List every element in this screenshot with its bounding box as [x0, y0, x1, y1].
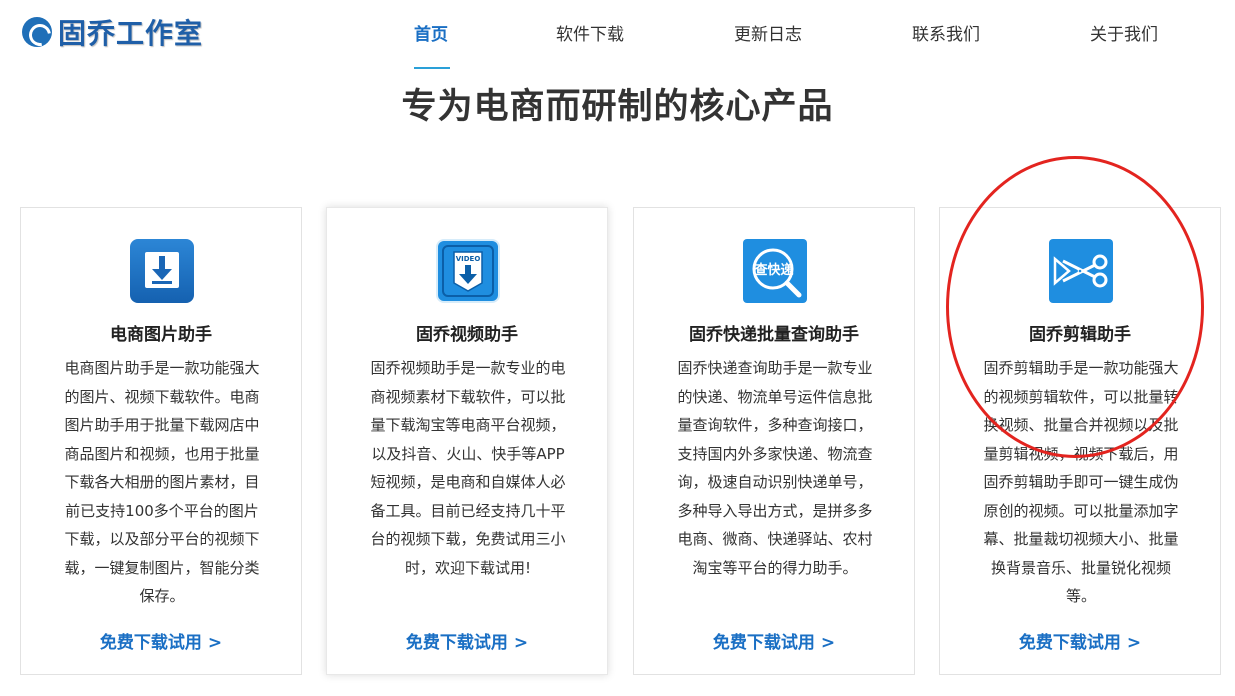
- free-download-link[interactable]: 免费下载试用 >: [327, 628, 607, 653]
- nav-item-software-download[interactable]: 软件下载: [556, 20, 624, 45]
- site-header: 固乔工作室 首页 软件下载 更新日志 联系我们 关于我们: [0, 0, 1235, 64]
- free-download-link[interactable]: 免费下载试用 >: [21, 628, 301, 653]
- download-icon[interactable]: [130, 239, 194, 303]
- main-nav: 首页 软件下载 更新日志 联系我们 关于我们: [0, 20, 1235, 45]
- product-description: 固乔剪辑助手是一款功能强大的视频剪辑软件，可以批量转换视频、批量合并视频以及批量…: [983, 359, 1179, 605]
- express-icon-label: 查快递: [753, 262, 793, 278]
- video-download-icon[interactable]: VIDEO: [436, 239, 500, 303]
- product-card-image-helper: 电商图片助手 电商图片助手是一款功能强大的图片、视频下载软件。电商图片助手用于批…: [20, 207, 302, 675]
- video-edit-scissors-icon[interactable]: [1049, 239, 1113, 303]
- product-card-video-edit: 固乔剪辑助手 固乔剪辑助手是一款功能强大的视频剪辑软件，可以批量转换视频、批量合…: [939, 207, 1221, 675]
- nav-item-home[interactable]: 首页: [414, 20, 448, 45]
- nav-active-indicator: [414, 67, 450, 69]
- section-title: 专为电商而研制的核心产品: [401, 87, 834, 127]
- product-description: 固乔视频助手是一款专业的电商视频素材下载软件，可以批量下载淘宝等电商平台视频，以…: [370, 359, 566, 577]
- free-download-link[interactable]: 免费下载试用 >: [634, 628, 914, 653]
- product-title: 固乔视频助手: [416, 325, 518, 345]
- product-description: 电商图片助手是一款功能强大的图片、视频下载软件。电商图片助手用于批量下载网店中商…: [64, 359, 260, 605]
- express-search-icon[interactable]: 查快递: [743, 239, 807, 303]
- product-description: 固乔快递查询助手是一款专业的快递、物流单号运件信息批量查询软件，多种查询接口，支…: [677, 359, 873, 577]
- product-title: 固乔快递批量查询助手: [689, 325, 859, 345]
- product-title: 电商图片助手: [110, 325, 212, 345]
- product-title: 固乔剪辑助手: [1029, 325, 1131, 345]
- nav-item-about[interactable]: 关于我们: [1090, 20, 1158, 45]
- nav-item-changelog[interactable]: 更新日志: [734, 20, 802, 45]
- product-card-express-query: 查快递 固乔快递批量查询助手 固乔快递查询助手是一款专业的快递、物流单号运件信息…: [633, 207, 915, 675]
- nav-item-contact[interactable]: 联系我们: [912, 20, 980, 45]
- video-icon-label: VIDEO: [456, 255, 481, 263]
- product-card-video-helper: VIDEO 固乔视频助手 固乔视频助手是一款专业的电商视频素材下载软件，可以批量…: [326, 207, 608, 675]
- free-download-link[interactable]: 免费下载试用 >: [940, 628, 1220, 653]
